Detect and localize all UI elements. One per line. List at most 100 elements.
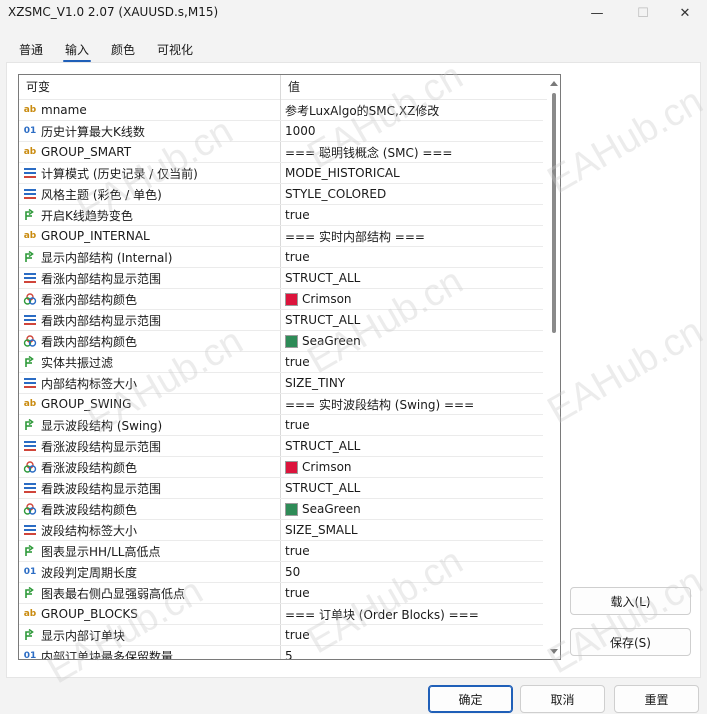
parameter-value-cell[interactable]: true [281, 625, 543, 645]
parameter-name-cell[interactable]: 看跌波段结构颜色 [19, 499, 281, 519]
parameter-value-cell[interactable]: === 实时波段结构 (Swing) === [281, 394, 543, 414]
parameter-name-cell[interactable]: ab GROUP_BLOCKS [19, 604, 281, 624]
tab-inputs[interactable]: 输入 [54, 38, 100, 62]
parameter-name-cell[interactable]: 显示内部订单块 [19, 625, 281, 645]
reset-button[interactable]: 重置 [614, 685, 699, 713]
parameter-value: === 聪明钱概念 (SMC) === [285, 145, 453, 160]
table-row[interactable]: 01 波段判定周期长度 50 [19, 562, 543, 583]
parameter-name-cell[interactable]: 看涨内部结构显示范围 [19, 268, 281, 288]
table-row[interactable]: 显示内部订单块 true [19, 625, 543, 646]
scroll-thumb[interactable] [552, 93, 556, 333]
parameter-name-cell[interactable]: 开启K线趋势变色 [19, 205, 281, 225]
parameter-name-cell[interactable]: 图表显示HH/LL高低点 [19, 541, 281, 561]
parameter-name-cell[interactable]: 01 波段判定周期长度 [19, 562, 281, 582]
table-row[interactable]: ab GROUP_INTERNAL === 实时内部结构 === [19, 226, 543, 247]
vertical-scrollbar[interactable] [547, 75, 560, 659]
parameter-value-cell[interactable]: === 订单块 (Order Blocks) === [281, 604, 543, 624]
table-row[interactable]: ab mname 参考LuxAlgo的SMC,XZ修改 [19, 100, 543, 121]
table-row[interactable]: 波段结构标签大小 SIZE_SMALL [19, 520, 543, 541]
parameter-value-cell[interactable]: === 实时内部结构 === [281, 226, 543, 246]
table-row[interactable]: 看跌波段结构颜色 SeaGreen [19, 499, 543, 520]
maximize-button[interactable]: ☐ [620, 0, 666, 26]
parameter-value-cell[interactable]: 50 [281, 562, 543, 582]
parameter-name-cell[interactable]: 实体共振过滤 [19, 352, 281, 372]
table-row[interactable]: 01 内部订单块最多保留数量 5 [19, 646, 543, 659]
parameter-name-cell[interactable]: 看跌内部结构显示范围 [19, 310, 281, 330]
table-row[interactable]: ab GROUP_SMART === 聪明钱概念 (SMC) === [19, 142, 543, 163]
parameter-name-cell[interactable]: 看涨波段结构显示范围 [19, 436, 281, 456]
parameter-value-cell[interactable]: true [281, 247, 543, 267]
table-row[interactable]: 看跌内部结构颜色 SeaGreen [19, 331, 543, 352]
ok-button[interactable]: 确定 [428, 685, 513, 713]
parameter-name-cell[interactable]: ab mname [19, 100, 281, 120]
table-row[interactable]: 看涨波段结构显示范围 STRUCT_ALL [19, 436, 543, 457]
parameter-name-cell[interactable]: 01 历史计算最大K线数 [19, 121, 281, 141]
parameter-value-cell[interactable]: true [281, 352, 543, 372]
parameter-value-cell[interactable]: 1000 [281, 121, 543, 141]
close-button[interactable]: ✕ [662, 0, 707, 26]
parameter-value-cell[interactable]: SIZE_TINY [281, 373, 543, 393]
minimize-button[interactable]: — [574, 0, 620, 26]
parameter-value-cell[interactable]: SeaGreen [281, 331, 543, 351]
parameter-value-cell[interactable]: STRUCT_ALL [281, 436, 543, 456]
table-row[interactable]: ab GROUP_SWING === 实时波段结构 (Swing) === [19, 394, 543, 415]
column-header-variable[interactable]: 可变 [19, 75, 281, 100]
table-row[interactable]: 图表最右侧凸显强弱高低点 true [19, 583, 543, 604]
table-row[interactable]: 开启K线趋势变色 true [19, 205, 543, 226]
parameter-value-cell[interactable]: SIZE_SMALL [281, 520, 543, 540]
parameter-name-cell[interactable]: 01 内部订单块最多保留数量 [19, 646, 281, 659]
tab-visualization[interactable]: 可视化 [146, 38, 204, 62]
parameter-name-cell[interactable]: ab GROUP_INTERNAL [19, 226, 281, 246]
parameter-name-cell[interactable]: 看跌波段结构显示范围 [19, 478, 281, 498]
parameter-value-cell[interactable]: 5 [281, 646, 543, 659]
parameter-name-cell[interactable]: ab GROUP_SWING [19, 394, 281, 414]
parameter-value-cell[interactable]: Crimson [281, 457, 543, 477]
parameter-value-cell[interactable]: true [281, 583, 543, 603]
table-row[interactable]: 显示内部结构 (Internal) true [19, 247, 543, 268]
save-button[interactable]: 保存(S) [570, 628, 691, 656]
parameter-value-cell[interactable]: STRUCT_ALL [281, 478, 543, 498]
table-row[interactable]: 内部结构标签大小 SIZE_TINY [19, 373, 543, 394]
parameter-value-cell[interactable]: true [281, 205, 543, 225]
tab-colors[interactable]: 颜色 [100, 38, 146, 62]
parameter-name-cell[interactable]: 看涨波段结构颜色 [19, 457, 281, 477]
parameter-name-cell[interactable]: 风格主题 (彩色 / 单色) [19, 184, 281, 204]
tab-common[interactable]: 普通 [8, 38, 54, 62]
scroll-up-icon[interactable] [550, 81, 558, 86]
column-header-value[interactable]: 值 [281, 75, 543, 100]
parameter-name-cell[interactable]: 显示内部结构 (Internal) [19, 247, 281, 267]
parameter-value-cell[interactable]: STRUCT_ALL [281, 310, 543, 330]
parameter-value-cell[interactable]: 参考LuxAlgo的SMC,XZ修改 [281, 100, 543, 120]
parameter-name-cell[interactable]: 计算模式 (历史记录 / 仅当前) [19, 163, 281, 183]
table-row[interactable]: 看跌波段结构显示范围 STRUCT_ALL [19, 478, 543, 499]
parameter-value-cell[interactable]: SeaGreen [281, 499, 543, 519]
parameter-value-cell[interactable]: === 聪明钱概念 (SMC) === [281, 142, 543, 162]
table-row[interactable]: 显示波段结构 (Swing) true [19, 415, 543, 436]
parameter-value-cell[interactable]: true [281, 541, 543, 561]
parameter-name-cell[interactable]: 显示波段结构 (Swing) [19, 415, 281, 435]
cancel-button[interactable]: 取消 [520, 685, 605, 713]
table-row[interactable]: 风格主题 (彩色 / 单色) STYLE_COLORED [19, 184, 543, 205]
parameter-name-cell[interactable]: 看跌内部结构颜色 [19, 331, 281, 351]
table-row[interactable]: 看涨内部结构显示范围 STRUCT_ALL [19, 268, 543, 289]
parameter-value-cell[interactable]: STRUCT_ALL [281, 268, 543, 288]
table-row[interactable]: 看涨波段结构颜色 Crimson [19, 457, 543, 478]
table-row[interactable]: ab GROUP_BLOCKS === 订单块 (Order Blocks) === [19, 604, 543, 625]
parameter-name-cell[interactable]: ab GROUP_SMART [19, 142, 281, 162]
parameter-value-cell[interactable]: Crimson [281, 289, 543, 309]
table-row[interactable]: 图表显示HH/LL高低点 true [19, 541, 543, 562]
parameter-value-cell[interactable]: MODE_HISTORICAL [281, 163, 543, 183]
parameter-name-cell[interactable]: 图表最右侧凸显强弱高低点 [19, 583, 281, 603]
table-row[interactable]: 看跌内部结构显示范围 STRUCT_ALL [19, 310, 543, 331]
table-row[interactable]: 计算模式 (历史记录 / 仅当前) MODE_HISTORICAL [19, 163, 543, 184]
table-row[interactable]: 实体共振过滤 true [19, 352, 543, 373]
parameter-value-cell[interactable]: STYLE_COLORED [281, 184, 543, 204]
table-row[interactable]: 01 历史计算最大K线数 1000 [19, 121, 543, 142]
table-row[interactable]: 看涨内部结构颜色 Crimson [19, 289, 543, 310]
parameter-name-cell[interactable]: 看涨内部结构颜色 [19, 289, 281, 309]
parameter-value-cell[interactable]: true [281, 415, 543, 435]
load-button[interactable]: 载入(L) [570, 587, 691, 615]
parameter-name-cell[interactable]: 内部结构标签大小 [19, 373, 281, 393]
parameter-name-cell[interactable]: 波段结构标签大小 [19, 520, 281, 540]
scroll-down-icon[interactable] [550, 649, 558, 654]
